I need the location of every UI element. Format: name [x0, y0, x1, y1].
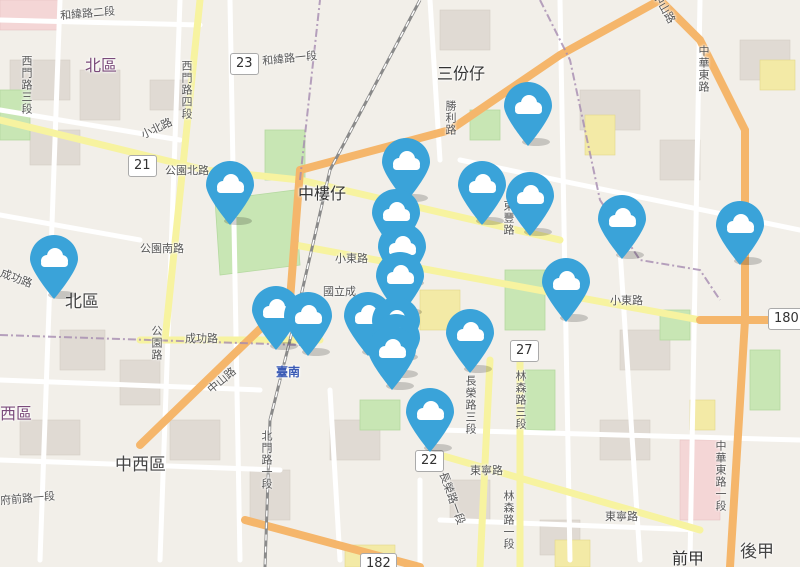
weather-cloud-icon [368, 325, 416, 390]
map-marker-20[interactable] [714, 200, 766, 267]
weather-cloud-icon [284, 291, 332, 356]
map-marker-18[interactable] [540, 257, 592, 324]
weather-cloud-icon [504, 81, 552, 146]
route-shield-182: 182 [360, 553, 397, 567]
weather-cloud-icon [405, 387, 454, 452]
route-shield-180: 180 [768, 308, 800, 330]
map-marker-15[interactable] [456, 161, 508, 227]
route-shield-23: 23 [230, 53, 259, 75]
map-marker-19[interactable] [596, 195, 648, 261]
route-shield-21: 21 [128, 155, 157, 177]
weather-cloud-icon [446, 308, 495, 373]
map-marker-12[interactable] [366, 325, 418, 392]
weather-cloud-icon [506, 172, 555, 237]
map-canvas[interactable]: 北區 北區 西區 中西區 後甲 三份仔 中樓仔 前甲 和緯路二段 和緯路一段 西門路四段 西門路三段小… [0, 0, 800, 567]
map-marker-13[interactable] [404, 387, 456, 454]
weather-cloud-icon [716, 200, 764, 265]
map-marker-2[interactable] [204, 161, 256, 227]
map-marker-14[interactable] [444, 308, 496, 375]
weather-cloud-icon [458, 161, 507, 226]
map-marker-1[interactable] [28, 234, 80, 301]
map-marker-8[interactable] [282, 291, 334, 358]
weather-cloud-icon [205, 161, 254, 226]
route-shield-27: 27 [510, 340, 539, 362]
weather-cloud-icon [29, 234, 78, 299]
map-marker-16[interactable] [504, 172, 556, 238]
weather-cloud-icon [598, 195, 647, 260]
weather-cloud-icon [542, 257, 591, 322]
map-marker-17[interactable] [502, 81, 554, 148]
